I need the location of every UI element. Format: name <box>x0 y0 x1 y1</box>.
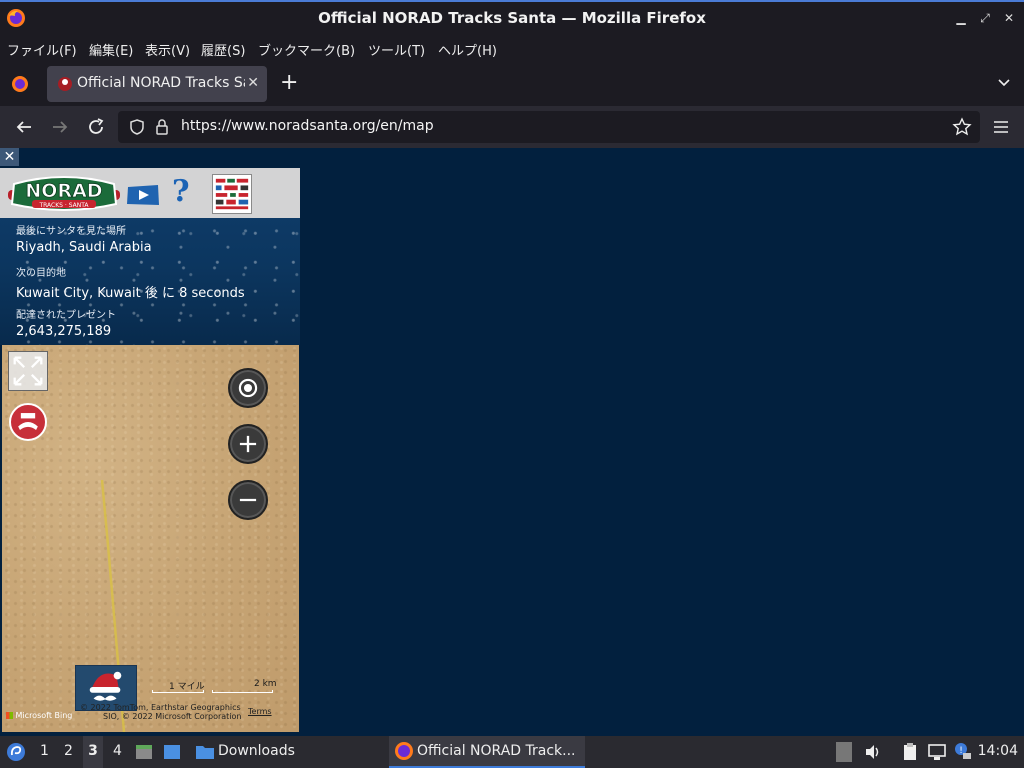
last-seen-label: 最後にサンタを見た場所 <box>16 226 126 237</box>
microsoft-logo-icon <box>6 712 13 719</box>
clipboard-icon[interactable] <box>900 742 920 762</box>
video-play-icon[interactable] <box>126 184 160 206</box>
gifts-value: 2,643,275,189 <box>16 324 112 339</box>
tracker-header: NORAD TRACKS · SANTA ? <box>0 168 300 218</box>
workspace-4[interactable]: 4 <box>113 743 122 759</box>
scale-bar-imperial <box>152 690 204 693</box>
network-icon[interactable] <box>927 742 947 762</box>
url-text[interactable]: https://www.noradsanta.org/en/map <box>181 118 434 134</box>
taskbar: 1 2 3 4 Downloads Official NORAD Track..… <box>0 736 1024 768</box>
svg-text:!: ! <box>959 746 963 756</box>
notification-icon[interactable]: ! <box>953 741 973 761</box>
bookmark-star-icon[interactable] <box>952 117 972 137</box>
folder-icon[interactable] <box>195 742 215 762</box>
menu-help[interactable]: ヘルプ(H) <box>438 40 497 59</box>
chevron-down-icon[interactable] <box>996 74 1012 90</box>
taskbar-firefox-window[interactable]: Official NORAD Track... <box>389 736 585 768</box>
satellite-map[interactable]: 1 マイル 2 km Microsoft Bing © 2022 TomTom,… <box>2 345 299 732</box>
menu-tools[interactable]: ツール(T) <box>368 40 425 59</box>
last-seen-section: 最後にサンタを見た場所 Riyadh, Saudi Arabia <box>16 222 152 255</box>
map-attribution-2: SIO, © 2022 Microsoft Corporation <box>103 712 242 721</box>
next-stop-section: 次の目的地 Kuwait City, Kuwait 後 に 8 seconds <box>16 264 245 301</box>
zoom-out-icon[interactable] <box>228 480 268 520</box>
svg-text:NORAD: NORAD <box>25 180 102 202</box>
firefox-view-icon[interactable] <box>10 74 30 94</box>
nav-bar: https://www.noradsanta.org/en/map <box>0 106 1024 148</box>
reload-icon[interactable] <box>85 116 107 138</box>
lock-icon[interactable] <box>154 117 170 137</box>
maximize-icon[interactable]: ⤢ <box>978 11 992 25</box>
scale-bar-metric <box>212 690 273 693</box>
game-board-icon[interactable] <box>212 174 252 214</box>
tab-close-icon[interactable]: ✕ <box>247 75 259 91</box>
new-tab-icon[interactable]: + <box>280 72 298 94</box>
minimize-icon[interactable]: ▁ <box>954 11 968 25</box>
tech-santa-icon[interactable] <box>9 403 47 441</box>
clock: 14:04 <box>977 743 1018 759</box>
shield-icon[interactable] <box>128 118 146 136</box>
workspace-3[interactable]: 3 <box>83 736 103 768</box>
window-title: Official NORAD Tracks Santa — Mozilla Fi… <box>318 9 706 27</box>
url-bar[interactable]: https://www.noradsanta.org/en/map <box>118 111 980 143</box>
file-manager-icon[interactable] <box>134 742 154 762</box>
start-menu-icon[interactable] <box>6 742 26 762</box>
help-icon[interactable]: ? <box>172 174 190 209</box>
next-stop-value: Kuwait City, Kuwait 後 に 8 seconds <box>16 286 245 301</box>
close-window-icon[interactable]: ✕ <box>1002 11 1016 25</box>
menu-edit[interactable]: 編集(E) <box>89 40 133 59</box>
downloads-folder[interactable]: Downloads <box>218 743 295 759</box>
tracker-panel: NORAD TRACKS · SANTA ? 最後にサンタを見た場所 Riyad… <box>0 168 300 345</box>
scale-metric-label: 2 km <box>254 679 277 689</box>
page-content: ✕ NORAD TRACKS · SANTA ? 最後にサンタを見た場所 Riy… <box>0 148 1024 736</box>
taskbar-window-title: Official NORAD Track... <box>417 743 576 759</box>
bing-label: Microsoft Bing <box>15 711 73 720</box>
gifts-section: 配達されたプレゼント 2,643,275,189 <box>16 306 116 339</box>
menubar: ファイル(F) 編集(E) 表示(V) 履歴(S) ブックマーク(B) ツール(… <box>0 34 1024 62</box>
workspace-1[interactable]: 1 <box>40 743 49 759</box>
tab-norad[interactable]: Official NORAD Tracks Santa ✕ <box>47 66 267 102</box>
tab-label: Official NORAD Tracks Santa <box>77 75 245 91</box>
menu-hamburger-icon[interactable] <box>992 118 1010 136</box>
locate-santa-icon[interactable] <box>228 368 268 408</box>
tray-scroll-icon[interactable] <box>836 742 852 762</box>
map-attribution-1: © 2022 TomTom, Earthstar Geographics <box>80 703 241 712</box>
svg-text:TRACKS · SANTA: TRACKS · SANTA <box>38 202 89 209</box>
norad-tracks-santa-logo[interactable]: NORAD TRACKS · SANTA <box>4 170 124 214</box>
last-seen-value: Riyadh, Saudi Arabia <box>16 240 152 255</box>
zoom-in-icon[interactable] <box>228 424 268 464</box>
menu-bookmarks[interactable]: ブックマーク(B) <box>258 40 355 59</box>
norad-favicon-icon <box>58 77 72 91</box>
menu-view[interactable]: 表示(V) <box>145 40 190 59</box>
fullscreen-icon[interactable] <box>8 351 48 391</box>
firefox-taskbar-icon <box>395 742 413 760</box>
next-stop-label: 次の目的地 <box>16 268 66 279</box>
gifts-label: 配達されたプレゼント <box>16 310 116 321</box>
bing-logo: Microsoft Bing <box>6 711 72 720</box>
workspace-2[interactable]: 2 <box>64 743 73 759</box>
window-titlebar: Official NORAD Tracks Santa — Mozilla Fi… <box>0 0 1024 34</box>
menu-history[interactable]: 履歴(S) <box>201 40 245 59</box>
close-panel-icon[interactable]: ✕ <box>0 148 19 166</box>
forward-icon[interactable] <box>49 116 71 138</box>
volume-icon[interactable] <box>864 743 882 761</box>
screen: Official NORAD Tracks Santa — Mozilla Fi… <box>0 0 1024 768</box>
terms-link[interactable]: Terms <box>248 707 272 716</box>
desktop-icon[interactable] <box>162 742 182 762</box>
tab-strip: Official NORAD Tracks Santa ✕ + <box>0 62 1024 106</box>
menu-file[interactable]: ファイル(F) <box>7 40 77 59</box>
back-icon[interactable] <box>13 116 35 138</box>
